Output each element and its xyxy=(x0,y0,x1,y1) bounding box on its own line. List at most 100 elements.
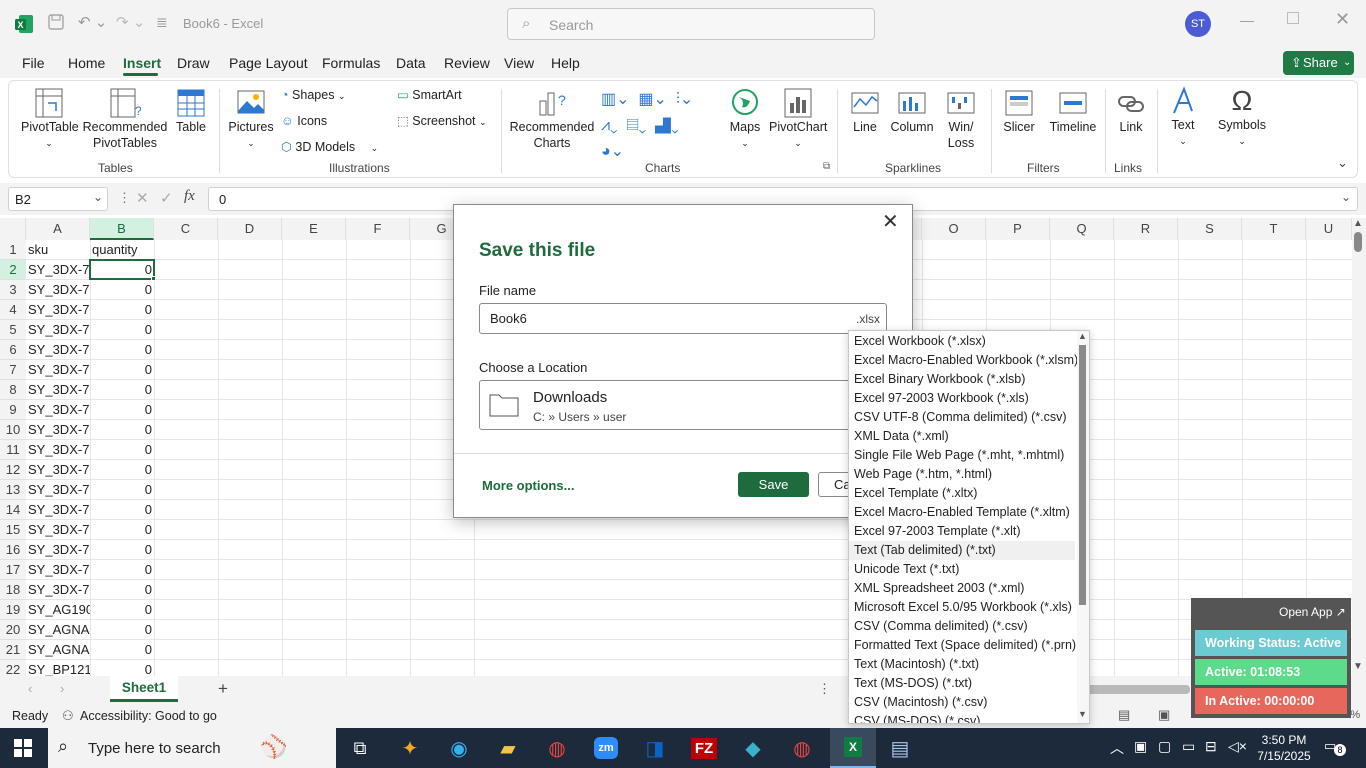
volume-icon[interactable]: ◁× xyxy=(1228,738,1247,755)
insert-function-icon[interactable]: fx xyxy=(184,188,195,205)
file-type-dropdown[interactable]: Excel Workbook (*.xlsx) Excel Macro-Enabl… xyxy=(848,330,1090,724)
filezilla-icon[interactable]: FZ xyxy=(686,734,722,762)
sheet-tab-sheet1[interactable]: Sheet1 xyxy=(110,676,178,702)
row-header[interactable]: 17 xyxy=(0,560,26,580)
pivotchart-button[interactable]: PivotChart ⌄ xyxy=(769,87,827,151)
file-type-option[interactable]: Web Page (*.htm, *.html) xyxy=(849,465,1075,484)
cell-sku[interactable]: SY_3DX-70 xyxy=(26,320,90,340)
column-header[interactable]: P xyxy=(986,218,1050,240)
user-avatar[interactable]: ST xyxy=(1185,11,1211,37)
cell-quantity[interactable]: 0 xyxy=(90,600,154,620)
meet-icon[interactable]: ▣ xyxy=(1134,738,1147,755)
copilot-icon[interactable]: ✦ xyxy=(392,734,428,762)
cell-sku[interactable]: SY_AGNAI xyxy=(26,640,90,660)
add-sheet-button[interactable]: + xyxy=(218,679,228,699)
tab-draw[interactable]: Draw xyxy=(177,55,210,71)
row-header[interactable]: 20 xyxy=(0,620,26,640)
column-header[interactable]: A xyxy=(26,218,90,240)
3d-models-button[interactable]: ⬡ 3D Models ⌄ xyxy=(281,139,391,156)
column-header[interactable]: S xyxy=(1178,218,1242,240)
maximize-icon[interactable] xyxy=(1287,12,1299,24)
row-header[interactable]: 1 xyxy=(0,240,26,260)
column-header[interactable]: O xyxy=(922,218,986,240)
hierarchy-chart-icon[interactable]: ▦⌄ xyxy=(638,91,667,108)
row-header[interactable]: 4 xyxy=(0,300,26,320)
row-header[interactable]: 2 xyxy=(0,260,26,280)
row-header[interactable]: 6 xyxy=(0,340,26,360)
table-button[interactable]: Table xyxy=(171,87,211,135)
cell-quantity[interactable]: 0 xyxy=(90,620,154,640)
link-button[interactable]: Link xyxy=(1113,87,1149,135)
pie-chart-icon[interactable]: ◕⌄ xyxy=(601,143,624,160)
cell-quantity[interactable]: 0 xyxy=(90,520,154,540)
accessibility-icon[interactable]: ⚇ xyxy=(62,708,74,724)
search-box[interactable]: ⌕ Search xyxy=(507,8,875,40)
file-type-option[interactable]: CSV (MS-DOS) (*.csv) xyxy=(849,712,1075,723)
tab-review[interactable]: Review xyxy=(444,55,490,71)
cell-quantity[interactable]: quantity xyxy=(90,240,154,260)
name-box[interactable]: B2 ⌄ xyxy=(8,187,108,211)
open-app-link[interactable]: Open App ↗ xyxy=(1279,605,1346,619)
row-header[interactable]: 3 xyxy=(0,280,26,300)
file-explorer-icon[interactable]: ▰ xyxy=(490,734,526,762)
cell-sku[interactable]: SY_3DX-70 xyxy=(26,440,90,460)
column-header[interactable]: Q xyxy=(1050,218,1114,240)
tab-formulas[interactable]: Formulas xyxy=(322,55,380,71)
row-header[interactable]: 19 xyxy=(0,600,26,620)
cell-quantity[interactable]: 0 xyxy=(90,420,154,440)
cell-sku[interactable]: SY_3DX-70 xyxy=(26,380,90,400)
file-type-option[interactable]: Excel Macro-Enabled Workbook (*.xlsm) xyxy=(849,351,1078,370)
recommended-pivottables-button[interactable]: ? Recommended PivotTables xyxy=(81,87,169,151)
file-name-input[interactable]: Book6 .xlsx xyxy=(479,303,887,334)
scrollbar-thumb[interactable] xyxy=(1354,232,1362,252)
fill-handle[interactable] xyxy=(151,276,156,281)
dialog-launcher-icon[interactable]: ⧉ xyxy=(823,161,830,172)
file-type-option[interactable]: XML Spreadsheet 2003 (*.xml) xyxy=(849,579,1075,598)
cell-quantity[interactable]: 0 xyxy=(90,560,154,580)
cell-sku[interactable]: SY_AG190 xyxy=(26,600,90,620)
cell-sku[interactable]: SY_3DX-70 xyxy=(26,420,90,440)
cancel-entry-icon[interactable]: ✕ xyxy=(136,189,149,207)
file-type-option[interactable]: Microsoft Excel 5.0/95 Workbook (*.xls) xyxy=(849,598,1075,617)
accessibility-status[interactable]: Accessibility: Good to go xyxy=(80,709,217,723)
slicer-button[interactable]: Slicer xyxy=(999,87,1039,135)
zoom-app-icon[interactable]: zm xyxy=(588,734,624,762)
column-header[interactable]: T xyxy=(1242,218,1306,240)
outlook-icon[interactable]: ◨ xyxy=(637,734,673,762)
windows-start-icon[interactable] xyxy=(14,739,32,760)
row-header[interactable]: 12 xyxy=(0,460,26,480)
recommended-charts-button[interactable]: ? Recommended Charts xyxy=(509,87,595,151)
file-type-option[interactable]: Excel 97-2003 Workbook (*.xls) xyxy=(849,389,1075,408)
text-button[interactable]: Text ⌄ xyxy=(1165,85,1201,149)
file-type-option[interactable]: Single File Web Page (*.mht, *.mhtml) xyxy=(849,446,1075,465)
cell-sku[interactable]: SY_3DX-70 xyxy=(26,260,90,280)
battery-icon[interactable]: ▭ xyxy=(1182,738,1195,755)
cell-quantity[interactable]: 0 xyxy=(90,380,154,400)
maps-button[interactable]: Maps ⌄ xyxy=(727,87,763,151)
sparkline-winloss-button[interactable]: Win/ Loss xyxy=(941,87,981,151)
row-header[interactable]: 18 xyxy=(0,580,26,600)
cell-sku[interactable]: SY_3DX-70 xyxy=(26,340,90,360)
file-type-option[interactable]: CSV (Macintosh) (*.csv) xyxy=(849,693,1075,712)
vertical-scrollbar[interactable]: ▲ ▼ xyxy=(1352,218,1366,676)
file-type-option[interactable]: XML Data (*.xml) xyxy=(849,427,1075,446)
cell-sku[interactable]: SY_3DX-70 xyxy=(26,360,90,380)
cell-quantity[interactable]: 0 xyxy=(90,500,154,520)
edge-icon[interactable]: ◉ xyxy=(441,734,477,762)
column-header[interactable]: U xyxy=(1306,218,1352,240)
next-sheet-icon[interactable]: › xyxy=(60,681,64,696)
file-type-option[interactable]: Unicode Text (*.txt) xyxy=(849,560,1075,579)
cell-sku[interactable]: SY_3DX-70 xyxy=(26,560,90,580)
display-icon[interactable]: ▢ xyxy=(1158,738,1171,755)
more-sheets-icon[interactable]: ⋮ xyxy=(818,681,831,697)
cell-quantity[interactable]: 0 xyxy=(90,300,154,320)
row-header[interactable]: 10 xyxy=(0,420,26,440)
close-window-icon[interactable]: ✕ xyxy=(1335,9,1350,30)
pictures-button[interactable]: Pictures ⌄ xyxy=(227,87,275,151)
notification-center-icon[interactable]: ▭ 8 xyxy=(1324,738,1346,758)
minimize-icon[interactable]: — xyxy=(1240,12,1254,28)
cell-sku[interactable]: SY_3DX-70 xyxy=(26,300,90,320)
select-all-corner[interactable] xyxy=(0,218,26,240)
row-header[interactable]: 16 xyxy=(0,540,26,560)
confirm-entry-icon[interactable]: ✓ xyxy=(160,189,173,207)
